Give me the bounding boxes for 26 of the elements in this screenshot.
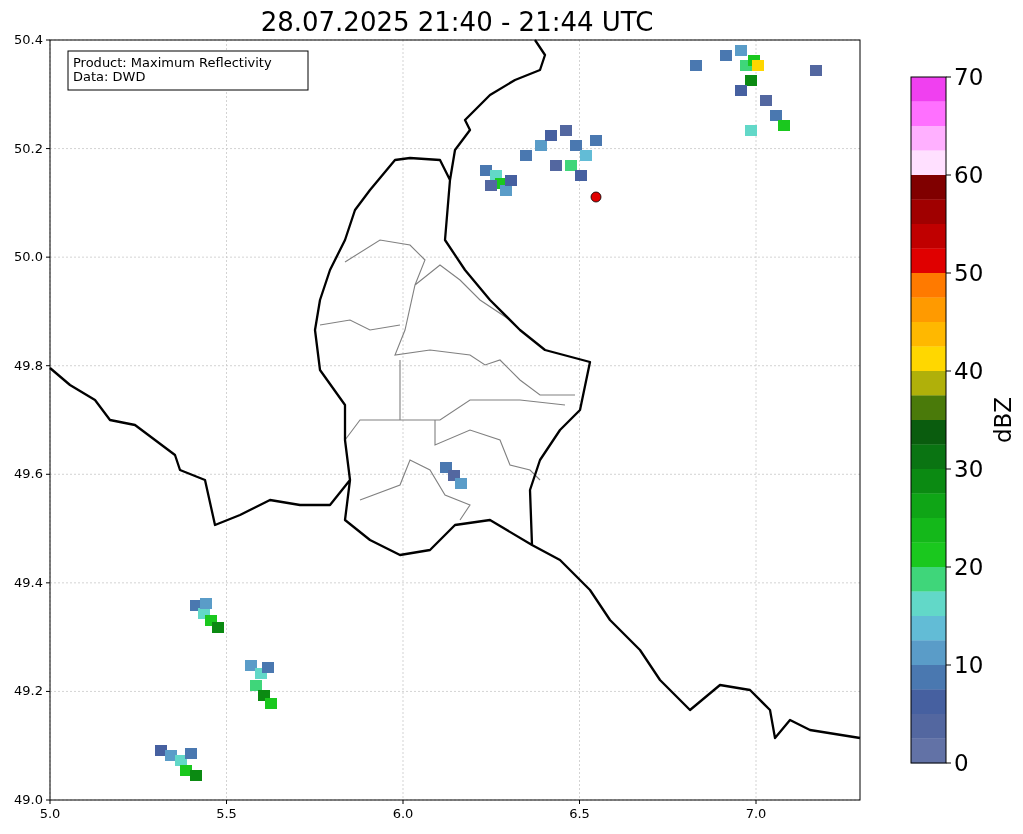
y-axis-tick-label: 49.0 [14,792,43,807]
annotation-text: Data: DWD [73,69,146,84]
y-axis-tick-label: 49.2 [14,683,43,699]
y-axis-tick-label: 49.6 [14,466,43,482]
location-marker [590,191,602,203]
colorbar-tick-label: 40 [954,358,984,384]
x-axis-tick-label: 6.0 [392,806,414,821]
colorbar-tick-label: 60 [954,162,984,188]
chart-title: 28.07.2025 21:40 - 21:44 UTC [260,7,654,37]
colorbar-tick-label: 10 [954,652,984,678]
colorbar-tick-label: 30 [954,456,984,482]
colorbar-tick-label: 70 [954,64,984,90]
y-axis-tick-label: 49.8 [14,357,43,373]
y-axis-tick-label: 49.4 [14,574,43,590]
colorbar-tick-label: 50 [954,260,984,286]
y-axis-tick-label: 50.4 [14,32,43,47]
annotation-text: Product: Maximum Reflectivity [73,55,272,70]
x-axis-tick-label: 5.5 [216,806,237,821]
x-axis-tick-label: 6.5 [569,806,590,821]
colorbar-tick-label: 20 [954,554,984,580]
y-axis-tick-label: 50.0 [14,249,43,265]
x-axis-tick-label: 5.0 [39,806,61,821]
y-axis-tick-label: 50.2 [14,140,43,156]
colorbar-label: dBZ [990,396,1016,444]
x-axis-tick-label: 7.0 [745,806,767,821]
colorbar-tick-label: 0 [954,750,969,776]
